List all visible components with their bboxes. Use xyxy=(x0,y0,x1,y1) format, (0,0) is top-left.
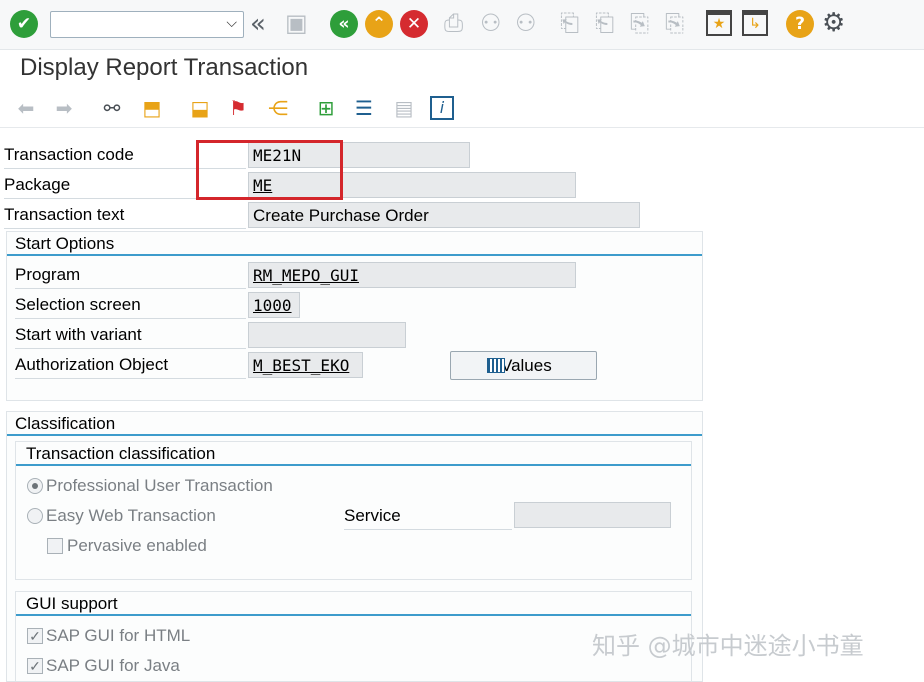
where-used-icon[interactable]: ⋲ xyxy=(264,94,292,122)
other-object-icon[interactable]: ⬒ xyxy=(138,94,166,122)
chevron-down-icon[interactable]: ⌵ xyxy=(226,15,237,31)
watermark: 知乎 @城市中迷途小书童 xyxy=(592,632,864,660)
save-icon[interactable]: ▣ xyxy=(285,9,308,37)
start-with-variant-field[interactable] xyxy=(248,322,406,348)
back-icon[interactable]: « xyxy=(330,10,358,38)
first-page-icon[interactable]: ⎗ xyxy=(560,9,579,37)
application-toolbar: ⬅ ➡ ⚯ ⬒ ⬓ ⚑ ⋲ ⊞ ☰ ▤ i xyxy=(0,88,924,128)
classification-title: Classification xyxy=(7,412,702,436)
gear-icon[interactable]: ⚙ xyxy=(822,8,845,38)
help-icon[interactable]: ? xyxy=(786,10,814,38)
easy-web-radio[interactable] xyxy=(27,508,43,524)
program-value[interactable]: RM_MEPO_GUI xyxy=(253,266,359,285)
start-options-title: Start Options xyxy=(7,232,702,256)
command-field[interactable]: ⌵ xyxy=(50,11,244,38)
selection-screen-label: Selection screen xyxy=(15,291,246,319)
info-icon[interactable]: i xyxy=(430,96,454,120)
program-label: Program xyxy=(15,261,246,289)
system-toolbar: ✔ ⌵ « ▣ « ⌃ ✕ ⎙ ⚇ ⚇ ⎗ ⎗ ⎘ ⎘ ★ ↳ ? ⚙ xyxy=(0,0,924,50)
create-session-icon[interactable]: ★ xyxy=(706,10,732,36)
object-list-icon[interactable]: ☰ xyxy=(350,94,378,122)
professional-user-option[interactable]: Professional User Transaction xyxy=(27,473,327,499)
package-label: Package xyxy=(4,171,246,199)
double-left-arrow-icon[interactable]: « xyxy=(250,9,266,39)
sap-gui-java-checkbox[interactable]: ✓ xyxy=(27,658,43,674)
check-icon[interactable]: ⬓ xyxy=(186,94,214,122)
easy-web-label: Easy Web Transaction xyxy=(46,506,216,525)
gui-support-title: GUI support xyxy=(16,592,691,616)
authorization-object-label: Authorization Object xyxy=(15,351,246,379)
selection-screen-field[interactable]: 1000 xyxy=(248,292,300,318)
authorization-object-field[interactable]: M_BEST_EKO xyxy=(248,352,363,378)
pervasive-option[interactable]: Pervasive enabled xyxy=(47,533,347,559)
start-with-variant-label: Start with variant xyxy=(15,321,246,349)
transaction-text-label: Transaction text xyxy=(4,201,246,229)
previous-page-icon[interactable]: ⎗ xyxy=(595,9,614,37)
sap-gui-html-label: SAP GUI for HTML xyxy=(46,626,191,645)
last-page-icon[interactable]: ⎘ xyxy=(665,9,684,37)
generate-shortcut-icon[interactable]: ↳ xyxy=(742,10,768,36)
sap-gui-java-label: SAP GUI for Java xyxy=(46,656,180,675)
program-field[interactable]: RM_MEPO_GUI xyxy=(248,262,576,288)
enter-check-icon[interactable]: ✔ xyxy=(10,10,38,38)
pervasive-label: Pervasive enabled xyxy=(67,536,207,555)
activate-icon[interactable]: ⚑ xyxy=(224,94,252,122)
package-value[interactable]: ME xyxy=(253,176,272,195)
service-label: Service xyxy=(344,502,512,530)
cancel-icon[interactable]: ✕ xyxy=(400,10,428,38)
layout-icon[interactable]: ▤ xyxy=(390,94,418,122)
easy-web-option[interactable]: Easy Web Transaction xyxy=(27,503,327,529)
page-title: Display Report Transaction xyxy=(20,54,309,81)
pervasive-checkbox[interactable] xyxy=(47,538,63,554)
authorization-object-value[interactable]: M_BEST_EKO xyxy=(253,356,349,375)
arrow-right-icon[interactable]: ➡ xyxy=(50,94,78,122)
package-field[interactable]: ME xyxy=(248,172,576,198)
arrow-left-icon[interactable]: ⬅ xyxy=(12,94,40,122)
find-next-icon[interactable]: ⚇ xyxy=(515,9,537,37)
find-icon[interactable]: ⚇ xyxy=(480,9,502,37)
transaction-code-label: Transaction code xyxy=(4,141,246,169)
table-icon xyxy=(487,358,505,373)
transaction-classification-title: Transaction classification xyxy=(16,442,691,466)
transaction-code-field[interactable]: ME21N xyxy=(248,142,470,168)
print-icon[interactable]: ⎙ xyxy=(444,9,463,37)
professional-user-label: Professional User Transaction xyxy=(46,476,273,495)
display-change-icon[interactable]: ⚯ xyxy=(98,94,126,122)
transaction-text-field[interactable]: Create Purchase Order xyxy=(248,202,640,228)
next-page-icon[interactable]: ⎘ xyxy=(630,9,649,37)
values-button[interactable]: Values xyxy=(450,351,597,380)
professional-user-radio[interactable] xyxy=(27,478,43,494)
sap-gui-html-checkbox[interactable]: ✓ xyxy=(27,628,43,644)
sap-gui-html-option[interactable]: ✓ SAP GUI for HTML xyxy=(27,623,327,649)
selection-screen-value[interactable]: 1000 xyxy=(253,296,292,315)
hierarchy-icon[interactable]: ⊞ xyxy=(312,94,340,122)
service-field[interactable] xyxy=(514,502,671,528)
sap-gui-java-option[interactable]: ✓ SAP GUI for Java xyxy=(27,653,327,679)
exit-icon[interactable]: ⌃ xyxy=(365,10,393,38)
